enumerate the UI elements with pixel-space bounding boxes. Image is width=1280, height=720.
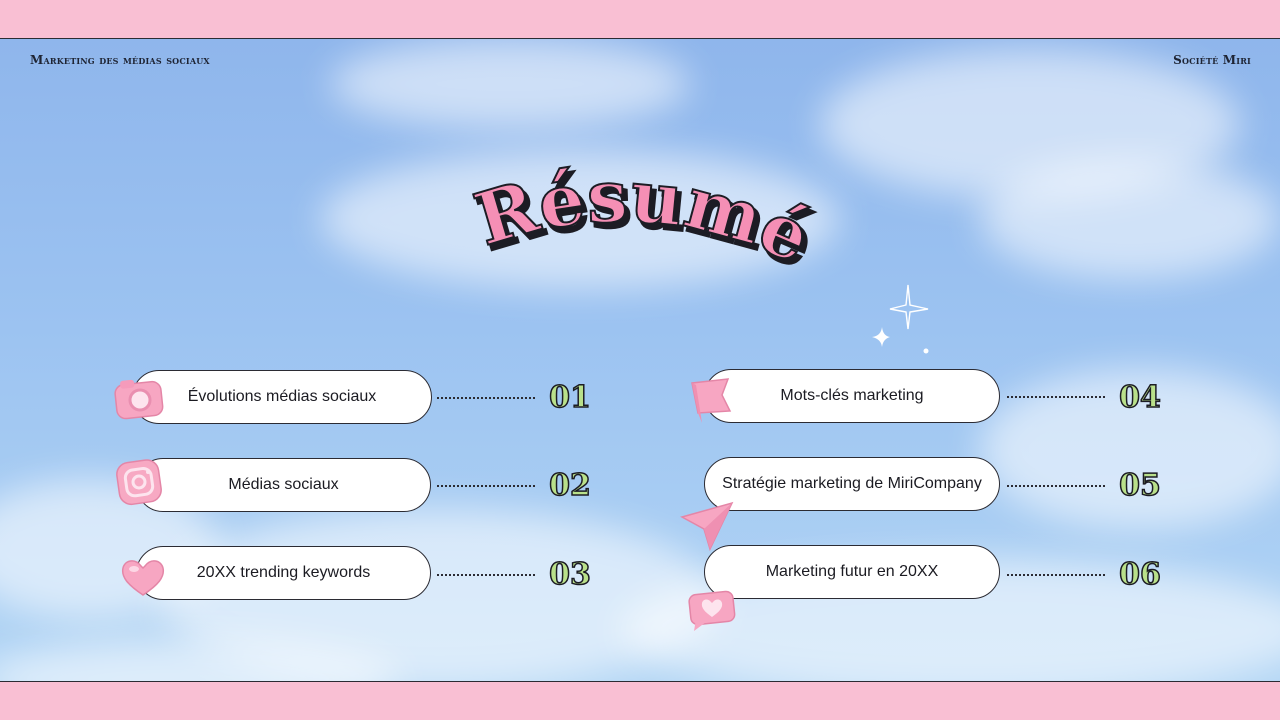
flag-icon (691, 378, 732, 423)
svg-text:04: 04 (1119, 380, 1161, 415)
agenda-item-1[interactable]: Évolutions médias sociaux (132, 370, 432, 424)
agenda-item-3[interactable]: 20XX trending keywords (136, 546, 431, 600)
svg-text:02: 02 (549, 468, 591, 503)
paper-plane-icon (680, 501, 734, 552)
agenda-number-5: 05 (1110, 464, 1170, 504)
agenda-number-4: 04 (1110, 376, 1170, 416)
svg-text:06: 06 (1119, 557, 1161, 592)
leader-dots (1007, 396, 1105, 398)
agenda-item-label: Marketing futur en 20XX (765, 563, 939, 580)
svg-text:05: 05 (1119, 468, 1161, 503)
agenda-item-2[interactable]: Médias sociaux (136, 458, 431, 512)
slide-background: Marketing des médias sociaux Société Mir… (0, 38, 1280, 682)
heart-icon (121, 560, 165, 596)
sparkle-icon (872, 284, 929, 354)
svg-text:01: 01 (549, 380, 591, 415)
agenda-item-5[interactable]: Stratégie marketing de MiriCompany (704, 457, 1000, 511)
heart-message-icon (688, 590, 736, 631)
leader-dots (437, 574, 535, 576)
header-left-text: Marketing des médias sociaux (30, 53, 210, 67)
agenda-number-3: 03 (540, 553, 600, 593)
svg-text:03: 03 (549, 557, 591, 592)
agenda-number-2: 02 (540, 464, 600, 504)
agenda-item-label: Stratégie marketing de MiriCompany (722, 475, 982, 492)
svg-text:Résumé: Résumé (466, 157, 823, 280)
agenda-item-6[interactable]: Marketing futur en 20XX (704, 545, 1000, 599)
leader-dots (1007, 485, 1105, 487)
agenda-item-label: Mots-clés marketing (780, 387, 924, 404)
agenda-item-label: Évolutions médias sociaux (187, 388, 377, 405)
leader-dots (1007, 574, 1105, 576)
agenda-item-label: 20XX trending keywords (196, 564, 371, 581)
leader-dots (437, 397, 535, 399)
instagram-icon (116, 459, 162, 506)
header-right-text: Société Miri (1173, 53, 1251, 67)
leader-dots (437, 485, 535, 487)
camera-icon (114, 379, 164, 420)
agenda-number-6: 06 (1110, 553, 1170, 593)
agenda-item-label: Médias sociaux (228, 476, 339, 493)
agenda-item-4[interactable]: Mots-clés marketing (704, 369, 1000, 423)
agenda-number-1: 01 (540, 376, 600, 416)
page-title: Résumé Résumé (445, 152, 835, 307)
